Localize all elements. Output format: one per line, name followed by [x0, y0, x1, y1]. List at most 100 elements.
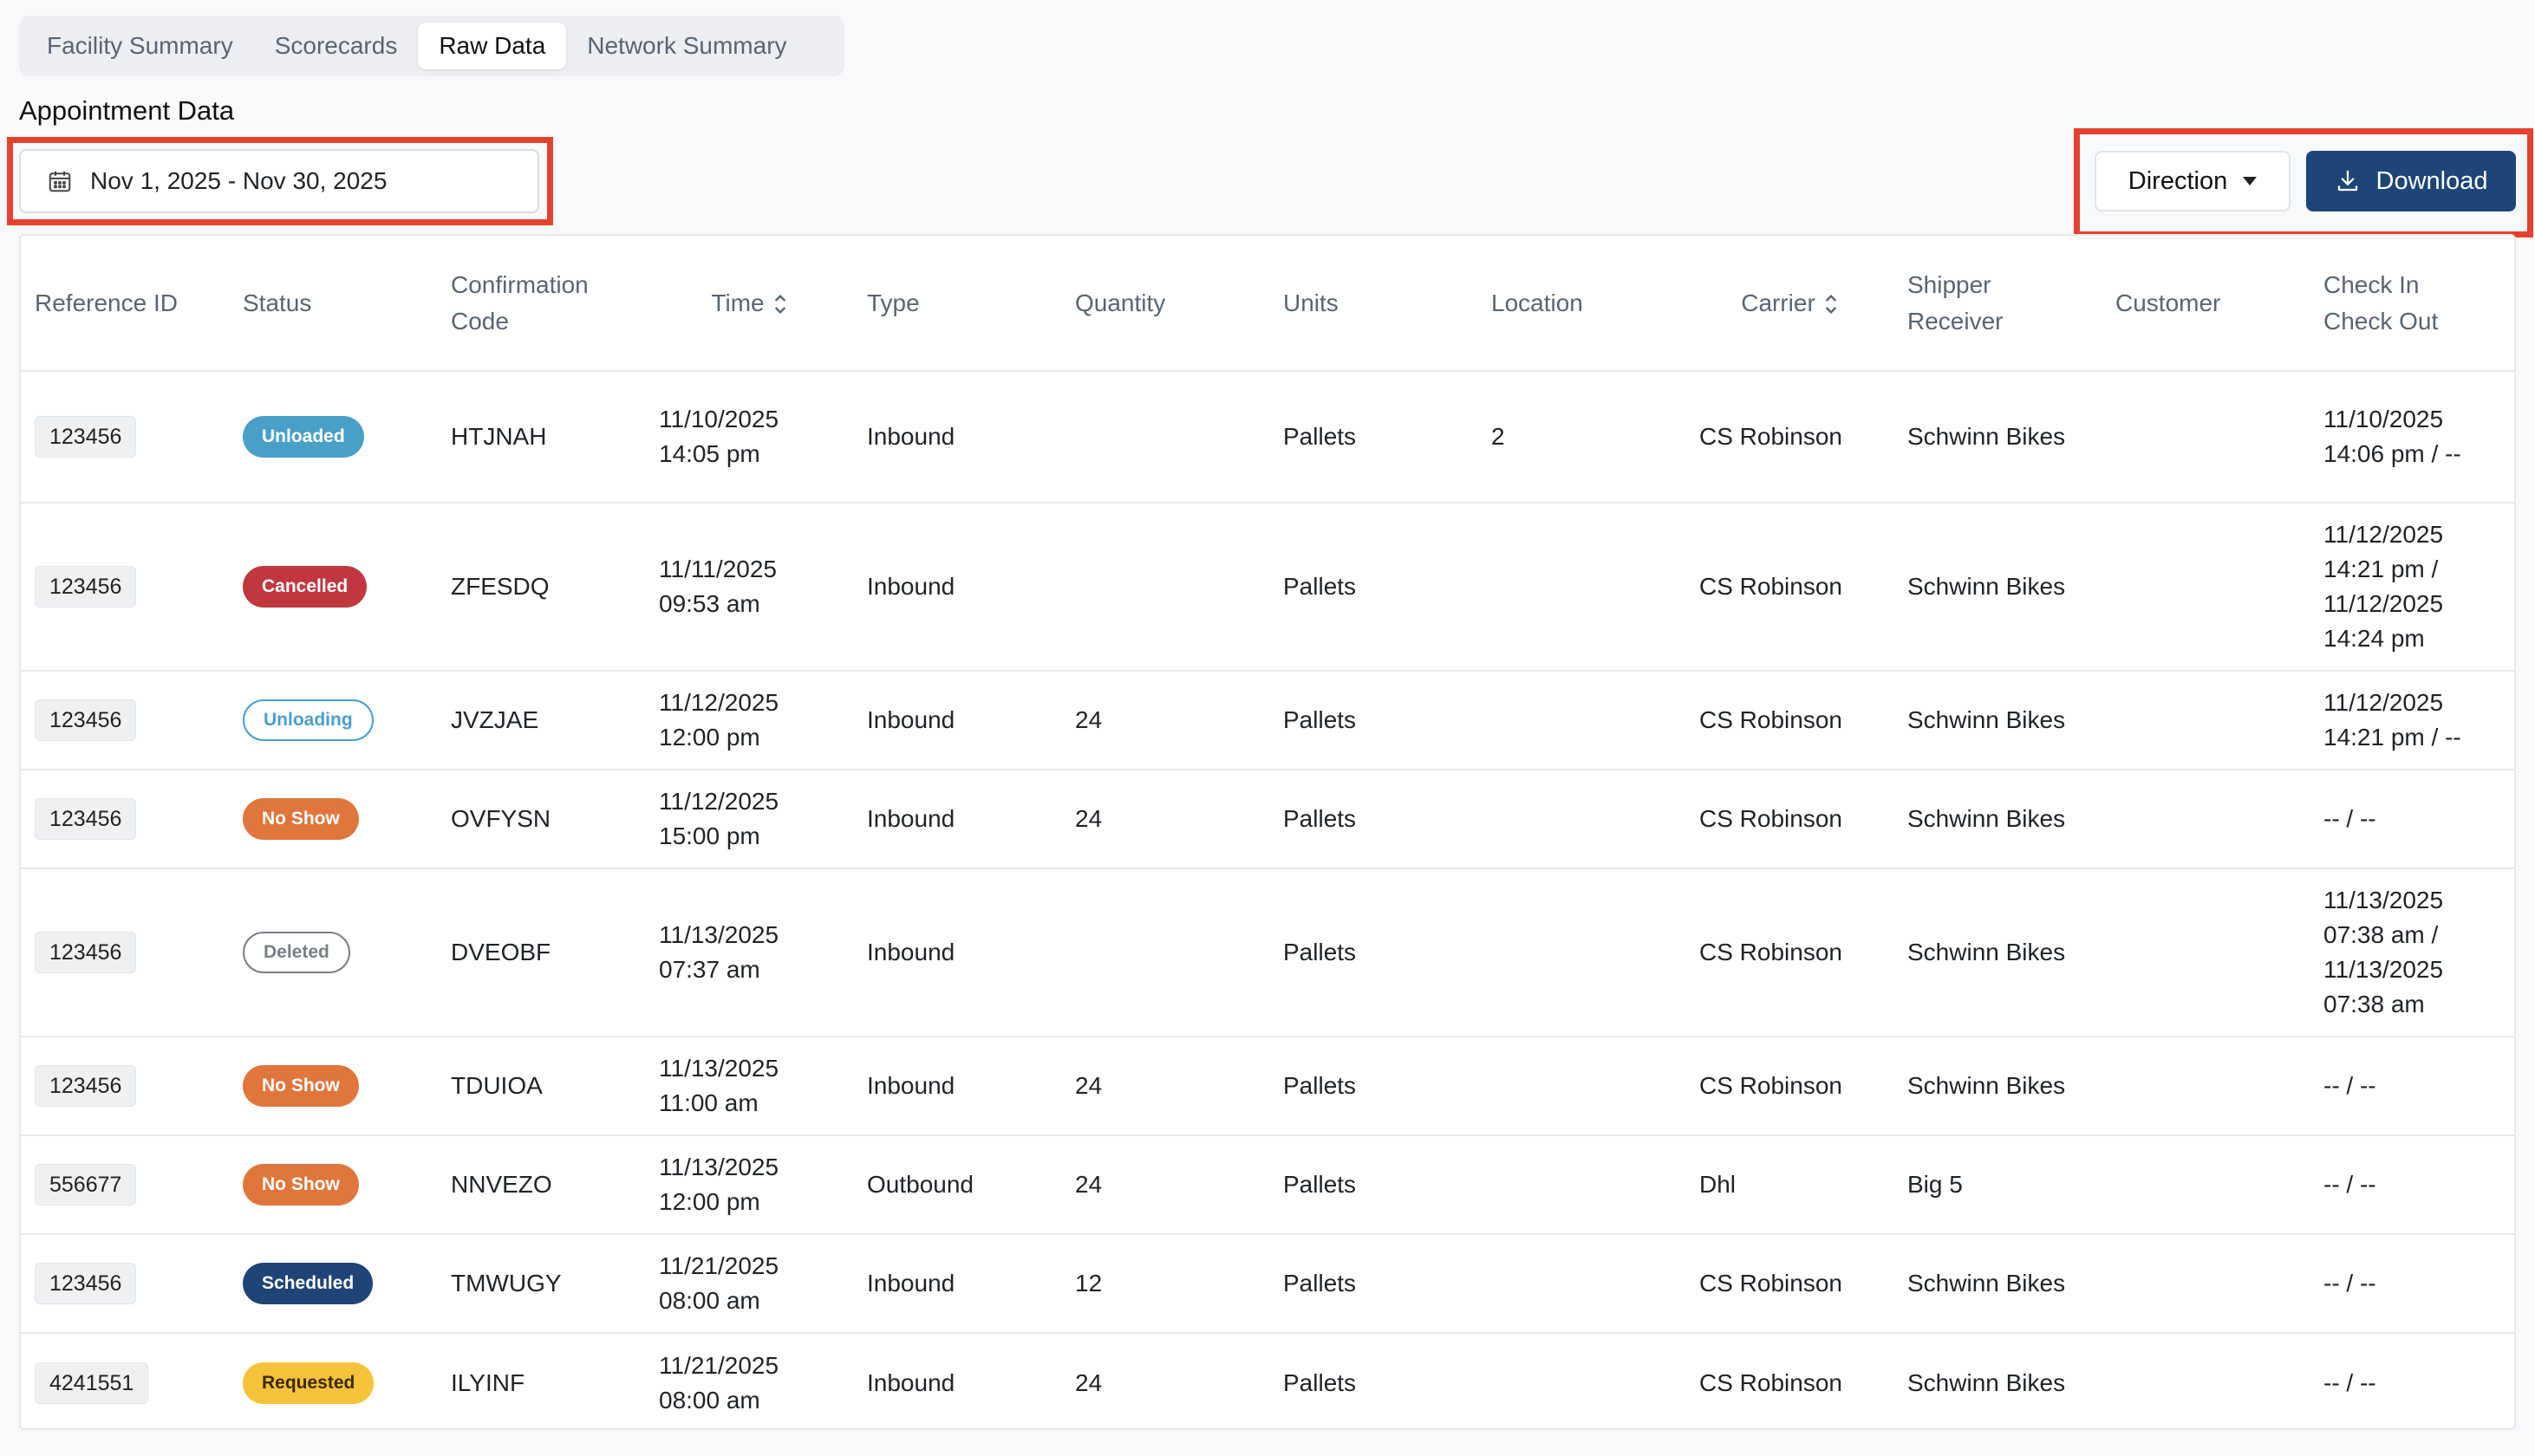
reference-id-chip[interactable]: 4241551 — [35, 1362, 149, 1404]
reference-id-chip[interactable]: 123456 — [35, 566, 137, 608]
table-row[interactable]: 4241551 Requested ILYINF 11/21/2025 08:00 a… — [21, 1333, 2514, 1428]
cell-type: Inbound — [853, 671, 1061, 770]
cell-time: 11/13/2025 07:37 am — [645, 868, 853, 1037]
cell-quantity: 24 — [1061, 671, 1269, 770]
cell-quantity — [1061, 371, 1269, 504]
cell-ref: 123456 — [21, 371, 229, 504]
cell-quantity: 24 — [1061, 1135, 1269, 1235]
status-badge: Requested — [243, 1362, 375, 1404]
tab-raw-data[interactable]: Raw Data — [418, 23, 567, 69]
col-carrier[interactable]: Carrier — [1685, 236, 1893, 372]
cell-carrier: CS Robinson — [1699, 1368, 1842, 1396]
reference-id-chip[interactable]: 123456 — [35, 1263, 137, 1304]
reference-id-chip[interactable]: 123456 — [35, 1065, 137, 1107]
col-quantity: Quantity — [1061, 236, 1269, 372]
cell-customer — [2102, 671, 2310, 770]
cell-ref: 123456 — [21, 1037, 229, 1136]
cell-customer — [2102, 1333, 2310, 1428]
section-title: Appointment Data — [19, 95, 235, 126]
cell-ref: 123456 — [21, 1234, 229, 1334]
table-row[interactable]: 123456 Deleted DVEOBF 11/13/2025 07:37 am In… — [21, 868, 2514, 1037]
cell-location: 2 — [1477, 371, 1685, 504]
table-row[interactable]: 123456 Unloaded HTJNAH 11/10/2025 14:05 pm I… — [21, 371, 2514, 504]
table-row[interactable]: 123456 Scheduled TMWUGY 11/21/2025 08:00 am… — [21, 1234, 2514, 1334]
cell-code: OVFYSN — [437, 770, 645, 869]
cell-carrier: CS Robinson — [1685, 770, 1893, 869]
cell-time: 11/13/2025 12:00 pm — [645, 1135, 853, 1235]
cell-customer — [2102, 1135, 2310, 1235]
sort-icon — [1825, 295, 1836, 315]
cell-location — [1477, 868, 1685, 1037]
reference-id-chip[interactable]: 123456 — [35, 699, 137, 741]
col-time[interactable]: Time — [645, 236, 853, 372]
cell-check: 11/12/2025 14:21 pm / 11/12/2025 14:24 p… — [2310, 503, 2514, 672]
cell-check: 11/12/2025 14:21 pm / -- — [2310, 671, 2514, 770]
cell-ref: 123456 — [21, 671, 229, 770]
status-badge: Cancelled — [243, 566, 368, 608]
cell-quantity: 12 — [1061, 1234, 1269, 1334]
cell-check: -- / -- — [2310, 1135, 2514, 1235]
cell-carrier: CS Robinson — [1685, 671, 1893, 770]
direction-dropdown[interactable]: Direction — [2095, 151, 2291, 211]
download-button[interactable]: Download — [2306, 151, 2516, 211]
cell-ref: 4241551 — [21, 1333, 229, 1428]
cell-status: Requested — [229, 1333, 437, 1428]
cell-shipper: Schwinn Bikes — [1893, 868, 2102, 1037]
cell-time: 11/11/2025 09:53 am — [645, 503, 853, 672]
table-header-row: Reference ID Status Confirmation Code Ti… — [21, 236, 2514, 372]
date-range-text: Nov 1, 2025 - Nov 30, 2025 — [90, 167, 388, 194]
cell-quantity — [1061, 503, 1269, 672]
cell-units: Pallets — [1269, 671, 1477, 770]
cell-code: HTJNAH — [437, 371, 645, 504]
status-badge: Unloaded — [243, 416, 364, 458]
cell-check: -- / -- — [2310, 770, 2514, 869]
cell-shipper: Schwinn Bikes — [1907, 1368, 2066, 1396]
cell-customer — [2102, 1037, 2310, 1136]
cell-time: 11/12/2025 12:00 pm — [645, 671, 853, 770]
cell-type: Inbound — [867, 1368, 955, 1396]
col-shipper-receiver: Shipper Receiver — [1893, 236, 2102, 372]
reference-id-chip[interactable]: 123456 — [35, 798, 137, 840]
reference-id-chip[interactable]: 556677 — [35, 1164, 137, 1206]
table-row[interactable]: 123456 Unloading JVZJAE 11/12/2025 12:00 pm… — [21, 671, 2514, 770]
cell-code: JVZJAE — [437, 671, 645, 770]
cell-location — [1477, 770, 1685, 869]
cell-code: ZFESDQ — [437, 503, 645, 672]
cell-time: 11/13/2025 11:00 am — [645, 1037, 853, 1136]
cell-ref: 556677 — [21, 1135, 229, 1235]
reference-id-chip[interactable]: 123456 — [35, 416, 137, 458]
table-row[interactable]: 556677 No Show NNVEZO 11/13/2025 12:00 pm Ou… — [21, 1135, 2514, 1235]
cell-check: -- / -- — [2310, 1234, 2514, 1334]
cell-customer — [2102, 371, 2310, 504]
cell-time: 11/21/2025 08:00 am — [645, 1234, 853, 1334]
col-carrier-label: Carrier — [1741, 289, 1815, 316]
direction-label: Direction — [2128, 166, 2228, 195]
date-range-picker[interactable]: Nov 1, 2025 - Nov 30, 2025 — [19, 149, 539, 213]
cell-quantity — [1061, 868, 1269, 1037]
tab-network-summary[interactable]: Network Summary — [566, 23, 807, 69]
cell-check: 11/10/2025 14:06 pm / -- — [2310, 371, 2514, 504]
tab-bar: Facility Summary Scorecards Raw Data Net… — [19, 16, 844, 76]
cell-check: -- / -- — [2310, 1037, 2514, 1136]
table-row[interactable]: 123456 No Show TDUIOA 11/13/2025 11:00 am In… — [21, 1037, 2514, 1136]
status-badge: No Show — [243, 798, 359, 840]
cell-carrier: CS Robinson — [1685, 1037, 1893, 1136]
status-badge: No Show — [243, 1164, 359, 1206]
cell-shipper: Schwinn Bikes — [1893, 503, 2102, 672]
col-status: Status — [229, 236, 437, 372]
table-row[interactable]: 123456 Cancelled ZFESDQ 11/11/2025 09:53 am… — [21, 503, 2514, 672]
cell-location — [1477, 671, 1685, 770]
reference-id-chip[interactable]: 123456 — [35, 932, 137, 973]
table-row[interactable]: 123456 No Show OVFYSN 11/12/2025 15:00 pm In… — [21, 770, 2514, 869]
cell-code: ILYINF — [451, 1368, 525, 1396]
tab-scorecards[interactable]: Scorecards — [254, 23, 419, 69]
status-badge: No Show — [243, 1065, 359, 1107]
tab-facility-summary[interactable]: Facility Summary — [26, 23, 254, 69]
cell-customer — [2102, 868, 2310, 1037]
cell-type: Outbound — [853, 1135, 1061, 1235]
cell-carrier: CS Robinson — [1685, 868, 1893, 1037]
cell-status: Unloaded — [229, 371, 437, 504]
cell-ref: 123456 — [21, 868, 229, 1037]
cell-type: Inbound — [853, 868, 1061, 1037]
cell-check: 11/13/2025 07:38 am / 11/13/2025 07:38 a… — [2310, 868, 2514, 1037]
